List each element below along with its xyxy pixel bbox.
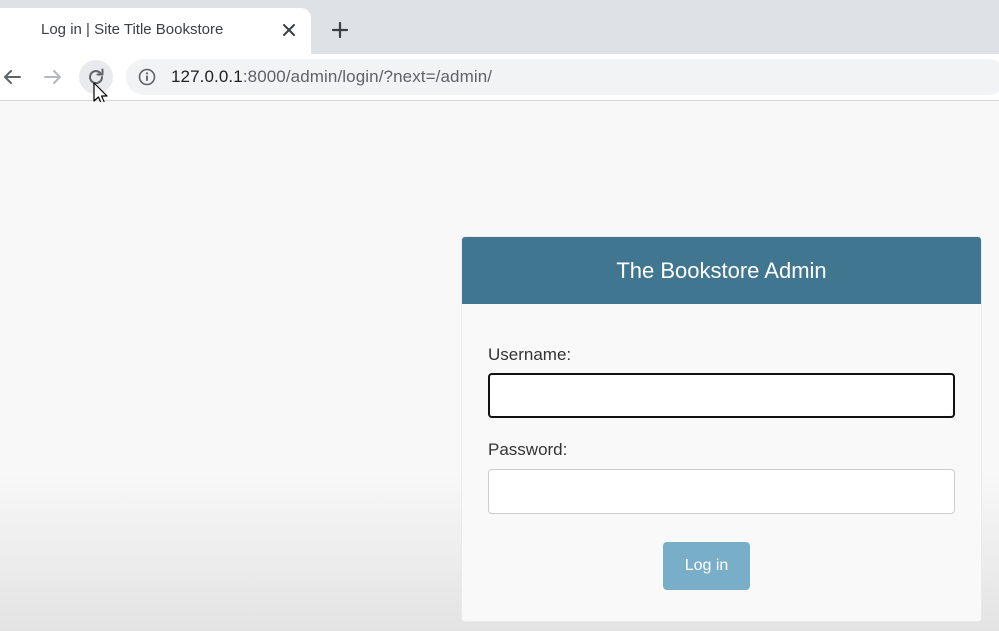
password-label: Password: xyxy=(488,440,568,459)
browser-toolbar: 127.0.0.1:8000/admin/login/?next=/admin/ xyxy=(0,54,999,101)
username-label: Username: xyxy=(488,345,572,364)
url-text[interactable]: 127.0.0.1:8000/admin/login/?next=/admin/ xyxy=(171,67,492,87)
login-header: The Bookstore Admin xyxy=(462,237,981,304)
url-path: :8000/admin/login/?next=/admin/ xyxy=(242,67,493,86)
browser-tab-active[interactable]: Log in | Site Title Bookstore xyxy=(0,8,311,54)
info-icon[interactable] xyxy=(137,67,157,87)
username-input[interactable] xyxy=(488,373,955,418)
login-panel: The Bookstore Admin Username: Password: … xyxy=(461,236,982,622)
page-content: The Bookstore Admin Username: Password: … xyxy=(0,102,999,631)
arrow-left-icon[interactable] xyxy=(0,60,29,94)
address-bar[interactable]: 127.0.0.1:8000/admin/login/?next=/admin/ xyxy=(126,59,999,95)
browser-tabstrip: Log in | Site Title Bookstore xyxy=(0,0,999,54)
tab-title: Log in | Site Title Bookstore xyxy=(41,21,224,38)
site-name: The Bookstore Admin xyxy=(616,257,827,283)
plus-icon[interactable] xyxy=(328,18,352,42)
password-input[interactable] xyxy=(488,469,955,514)
arrow-right-icon[interactable] xyxy=(36,60,70,94)
login-button[interactable]: Log in xyxy=(663,542,750,590)
close-icon[interactable] xyxy=(279,20,299,40)
url-host: 127.0.0.1 xyxy=(171,67,243,86)
